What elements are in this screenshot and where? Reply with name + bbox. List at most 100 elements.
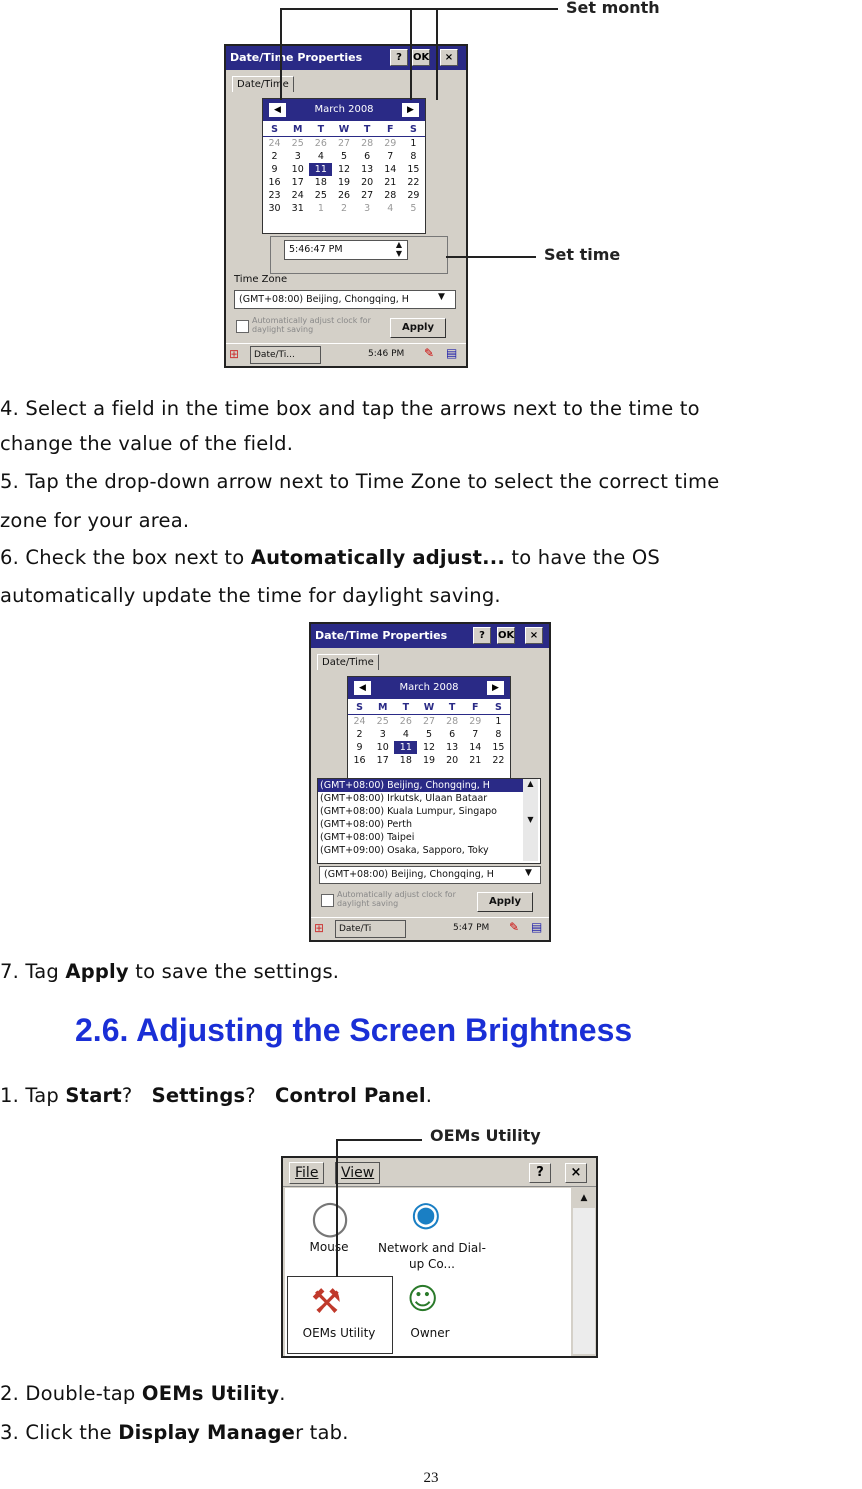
calendar-day[interactable]: 18 bbox=[309, 176, 332, 189]
calendar-day[interactable]: 12 bbox=[417, 741, 440, 754]
start-flag-icon[interactable]: ⊞ bbox=[229, 347, 239, 361]
calendar-day[interactable]: 13 bbox=[356, 163, 379, 176]
help-button[interactable]: ? bbox=[473, 627, 491, 644]
desktop-icon[interactable]: ▤ bbox=[531, 920, 542, 934]
calendar-day[interactable]: 19 bbox=[332, 176, 355, 189]
calendar-day[interactable]: 18 bbox=[394, 754, 417, 767]
calendar-day[interactable]: 2 bbox=[332, 202, 355, 215]
scroll-up-arrow-icon[interactable]: ▲ bbox=[573, 1188, 595, 1208]
network-globe-icon[interactable]: ◉ bbox=[411, 1194, 441, 1234]
ok-button[interactable]: OK bbox=[497, 627, 515, 644]
calendar-day[interactable]: 16 bbox=[348, 754, 371, 767]
time-spinner[interactable]: ▲ ▼ bbox=[390, 240, 408, 260]
calendar-day[interactable]: 19 bbox=[417, 754, 440, 767]
dropdown-arrow-icon[interactable]: ▼ bbox=[438, 292, 445, 302]
calendar-day[interactable]: 26 bbox=[394, 715, 417, 728]
calendar-day[interactable]: 24 bbox=[263, 137, 286, 150]
calendar-day[interactable]: 25 bbox=[371, 715, 394, 728]
prev-month-arrow-icon[interactable]: ◀ bbox=[354, 681, 371, 695]
calendar-day[interactable]: 5 bbox=[332, 150, 355, 163]
calendar-day[interactable]: 22 bbox=[487, 754, 510, 767]
auto-adjust-checkbox[interactable] bbox=[236, 320, 249, 333]
apply-button[interactable]: Apply bbox=[390, 318, 446, 338]
calendar-day[interactable]: 17 bbox=[371, 754, 394, 767]
close-button[interactable]: × bbox=[440, 49, 458, 66]
calendar-day[interactable]: 31 bbox=[286, 202, 309, 215]
timezone-option[interactable]: (GMT+09:00) Osaka, Sapporo, Toky bbox=[318, 844, 526, 857]
calendar-day[interactable]: 2 bbox=[263, 150, 286, 163]
calendar-day[interactable]: 8 bbox=[487, 728, 510, 741]
timezone-option[interactable]: (GMT+08:00) Irkutsk, Ulaan Bataar bbox=[318, 792, 526, 805]
help-button[interactable]: ? bbox=[529, 1163, 551, 1183]
timezone-option[interactable]: (GMT+08:00) Beijing, Chongqing, H bbox=[318, 779, 526, 792]
calendar-day[interactable]: 20 bbox=[356, 176, 379, 189]
timezone-select[interactable]: (GMT+08:00) Beijing, Chongqing, H bbox=[234, 290, 456, 309]
calendar-day[interactable]: 27 bbox=[356, 189, 379, 202]
tab-datetime[interactable]: Date/Time bbox=[232, 76, 294, 92]
pen-icon[interactable]: ✎ bbox=[509, 920, 519, 934]
calendar-day[interactable]: 1 bbox=[487, 715, 510, 728]
calendar-day[interactable]: 26 bbox=[332, 189, 355, 202]
calendar-day[interactable]: 25 bbox=[286, 137, 309, 150]
calendar-day[interactable]: 4 bbox=[379, 202, 402, 215]
next-month-arrow-icon[interactable]: ▶ bbox=[487, 681, 504, 695]
calendar-day[interactable]: 26 bbox=[309, 137, 332, 150]
start-flag-icon[interactable]: ⊞ bbox=[314, 921, 324, 935]
tab-datetime[interactable]: Date/Time bbox=[317, 654, 379, 670]
calendar-day[interactable]: 15 bbox=[402, 163, 425, 176]
calendar-day[interactable]: 11 bbox=[394, 741, 418, 754]
list-scrollbar[interactable]: ▲ ▼ bbox=[523, 779, 538, 861]
calendar-day[interactable]: 2 bbox=[348, 728, 371, 741]
calendar-day[interactable]: 9 bbox=[263, 163, 286, 176]
mouse-icon[interactable]: ◯ bbox=[311, 1198, 349, 1238]
calendar-day[interactable]: 14 bbox=[379, 163, 402, 176]
desktop-icon[interactable]: ▤ bbox=[446, 346, 457, 360]
calendar-day[interactable]: 12 bbox=[332, 163, 355, 176]
calendar-day[interactable]: 16 bbox=[263, 176, 286, 189]
timezone-option[interactable]: (GMT+08:00) Kuala Lumpur, Singapo bbox=[318, 805, 526, 818]
calendar-day[interactable]: 21 bbox=[464, 754, 487, 767]
calendar-day[interactable]: 29 bbox=[402, 189, 425, 202]
calendar-day[interactable]: 13 bbox=[441, 741, 464, 754]
calendar-day[interactable]: 1 bbox=[309, 202, 332, 215]
menu-file[interactable]: File bbox=[289, 1162, 325, 1184]
dropdown-arrow-icon[interactable]: ▼ bbox=[525, 868, 532, 878]
calendar-day[interactable]: 14 bbox=[464, 741, 487, 754]
calendar-day[interactable]: 27 bbox=[417, 715, 440, 728]
calendar-day[interactable]: 20 bbox=[441, 754, 464, 767]
vertical-scrollbar[interactable]: ▲ bbox=[573, 1188, 595, 1354]
calendar-day[interactable]: 6 bbox=[356, 150, 379, 163]
calendar-day[interactable]: 10 bbox=[371, 741, 394, 754]
calendar-day[interactable]: 24 bbox=[348, 715, 371, 728]
calendar-day[interactable]: 6 bbox=[441, 728, 464, 741]
next-month-arrow-icon[interactable]: ▶ bbox=[402, 103, 419, 117]
calendar-day[interactable]: 28 bbox=[379, 189, 402, 202]
timezone-option[interactable]: (GMT+08:00) Taipei bbox=[318, 831, 526, 844]
calendar-day[interactable]: 27 bbox=[332, 137, 355, 150]
calendar-day[interactable]: 1 bbox=[402, 137, 425, 150]
calendar-day[interactable]: 29 bbox=[379, 137, 402, 150]
calendar-day[interactable]: 3 bbox=[356, 202, 379, 215]
calendar-day[interactable]: 4 bbox=[309, 150, 332, 163]
calendar-day[interactable]: 11 bbox=[309, 163, 333, 176]
calendar-day[interactable]: 28 bbox=[441, 715, 464, 728]
calendar-day[interactable]: 7 bbox=[464, 728, 487, 741]
taskbar-app-button[interactable]: Date/Ti bbox=[335, 920, 406, 938]
calendar-day[interactable]: 3 bbox=[371, 728, 394, 741]
taskbar-app-button[interactable]: Date/Ti... bbox=[250, 346, 321, 364]
menu-view[interactable]: View bbox=[335, 1162, 381, 1184]
calendar-day[interactable]: 5 bbox=[402, 202, 425, 215]
calendar-day[interactable]: 29 bbox=[464, 715, 487, 728]
help-button[interactable]: ? bbox=[390, 49, 408, 66]
calendar-day[interactable]: 15 bbox=[487, 741, 510, 754]
calendar-day[interactable]: 21 bbox=[379, 176, 402, 189]
oems-utility-icon[interactable]: ⚒ bbox=[311, 1282, 341, 1322]
ok-button[interactable]: OK bbox=[412, 49, 430, 66]
calendar-day[interactable]: 30 bbox=[263, 202, 286, 215]
close-button[interactable]: × bbox=[565, 1163, 587, 1183]
calendar-day[interactable]: 24 bbox=[286, 189, 309, 202]
calendar-day[interactable]: 28 bbox=[356, 137, 379, 150]
calendar-day[interactable]: 4 bbox=[394, 728, 417, 741]
calendar-day[interactable]: 9 bbox=[348, 741, 371, 754]
calendar-day[interactable]: 7 bbox=[379, 150, 402, 163]
